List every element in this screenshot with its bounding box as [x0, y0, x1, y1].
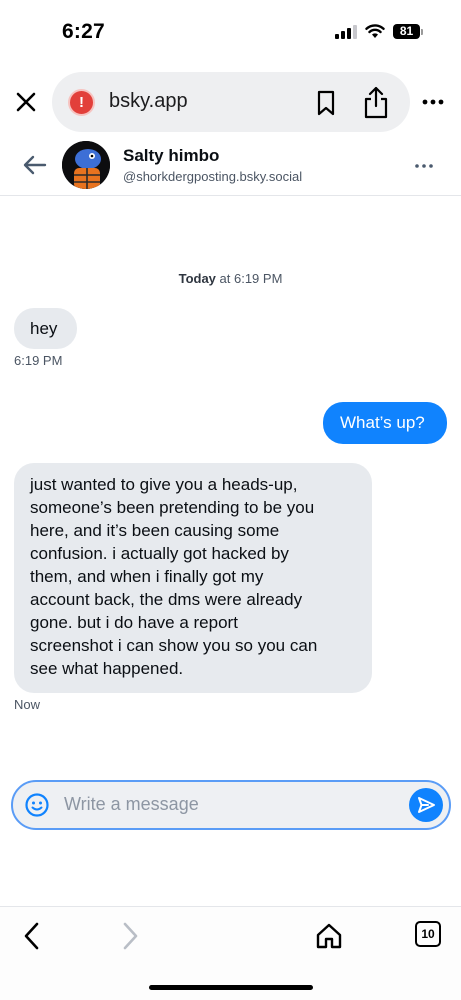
- date-separator: Today at 6:19 PM: [0, 271, 461, 286]
- incoming-message-bubble[interactable]: just wanted to give you a heads-up, some…: [14, 463, 372, 693]
- avatar-image: [62, 141, 110, 189]
- close-icon[interactable]: [12, 88, 40, 116]
- battery-level: 81: [393, 24, 420, 39]
- message-input[interactable]: Write a message: [64, 794, 199, 815]
- message-line: just wanted to give you a heads-up,: [30, 475, 298, 494]
- message-line: gone. but i do have a report: [30, 613, 238, 632]
- more-icon[interactable]: [421, 92, 445, 112]
- send-icon: [418, 797, 435, 813]
- message-line: account back, the dms were already: [30, 590, 303, 609]
- message-text: What’s up?: [340, 413, 425, 432]
- date-separator-time: at 6:19 PM: [215, 271, 283, 286]
- incoming-message-bubble[interactable]: hey: [14, 308, 77, 349]
- contact-handle[interactable]: @shorkdergposting.bsky.social: [123, 169, 302, 184]
- message-line: confusion. i actually got hacked by: [30, 544, 289, 563]
- chat-header: Salty himbo @shorkdergposting.bsky.socia…: [0, 138, 461, 196]
- avatar[interactable]: [62, 141, 110, 189]
- forward-icon[interactable]: [118, 921, 142, 951]
- tabs-button[interactable]: 10: [415, 921, 441, 947]
- browser-bar: ! bsky.app: [0, 70, 461, 134]
- message-line: see what happened.: [30, 659, 184, 678]
- message-line: here, and it’s been causing some: [30, 521, 280, 540]
- status-icons: 81: [335, 24, 423, 39]
- signal-icon: [335, 24, 357, 39]
- status-bar: 6:27 81: [0, 0, 461, 66]
- message-line: screenshot i can show you so you can: [30, 636, 318, 655]
- more-icon[interactable]: [413, 158, 435, 174]
- message-text: hey: [30, 319, 58, 338]
- battery-icon: 81: [393, 24, 423, 39]
- send-button[interactable]: [409, 788, 443, 822]
- back-icon[interactable]: [20, 921, 44, 951]
- message-timestamp: 6:19 PM: [14, 353, 63, 368]
- back-arrow-icon[interactable]: [22, 152, 48, 178]
- wifi-icon: [365, 24, 385, 38]
- emoji-icon[interactable]: [24, 792, 50, 818]
- date-separator-day: Today: [178, 271, 216, 286]
- address-bar[interactable]: ! bsky.app: [52, 72, 410, 132]
- home-icon[interactable]: [314, 921, 344, 951]
- bookmark-icon[interactable]: [314, 90, 338, 116]
- alert-icon[interactable]: !: [68, 89, 95, 116]
- message-line: them, and when i finally got my: [30, 567, 264, 586]
- outgoing-message-bubble[interactable]: What’s up?: [323, 402, 447, 444]
- message-timestamp: Now: [14, 697, 41, 712]
- contact-name[interactable]: Salty himbo: [123, 146, 219, 166]
- url-text[interactable]: bsky.app: [109, 90, 188, 113]
- browser-toolbar: 10: [0, 906, 461, 1000]
- message-composer[interactable]: Write a message: [11, 780, 451, 830]
- message-line: someone’s been pretending to be you: [30, 498, 315, 517]
- share-icon[interactable]: [362, 85, 390, 119]
- home-indicator: [149, 985, 313, 990]
- status-time: 6:27: [62, 20, 105, 43]
